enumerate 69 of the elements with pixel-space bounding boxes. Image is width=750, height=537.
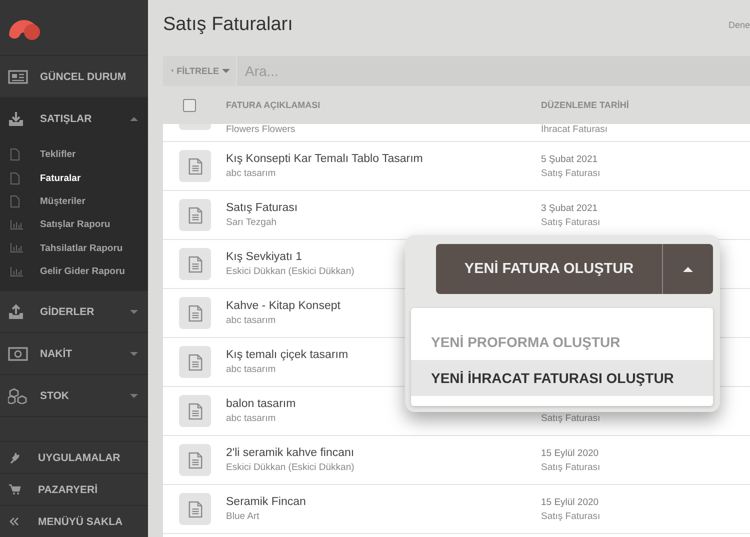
invoice-type: Satış Faturası: [541, 510, 600, 522]
banknote-icon: [8, 346, 28, 361]
invoice-description: balon tasarım: [226, 398, 296, 410]
document-icon: [179, 493, 211, 525]
customer-name: Flowers Flowers: [226, 124, 296, 135]
nav-subitem[interactable]: Teklifler: [0, 143, 148, 166]
upload-icon: [8, 304, 24, 320]
caret-icon: [130, 116, 138, 120]
user-label: Dene: [728, 20, 750, 30]
column-header: FATURA AÇIKLAMASI: [226, 100, 322, 110]
document-icon: [179, 395, 211, 427]
download-icon: [8, 110, 24, 126]
invoice-type: İhracat Faturası: [541, 124, 608, 135]
invoice-date: 3 Şubat 2021: [541, 202, 598, 214]
invoice-description: Kış temalı çiçek tasarım: [226, 349, 348, 361]
nav-subitem[interactable]: Müşteriler: [0, 190, 148, 214]
invoice-description: 2'li seramik kahve fincanı: [226, 447, 354, 459]
bar-chart-icon: [10, 220, 23, 230]
bar-chart-icon: [10, 243, 23, 254]
invoice-description: Kış Sevkiyatı 1: [226, 251, 302, 263]
customer-name: Sarı Tezgah: [226, 217, 277, 228]
select-all-checkbox[interactable]: [183, 98, 196, 112]
bar-chart-icon: [10, 266, 23, 277]
page-icon: [10, 148, 20, 162]
document-icon: [179, 346, 211, 378]
page-icon: [10, 194, 20, 208]
document-icon: [179, 150, 211, 182]
document-icon: [179, 199, 211, 231]
nav-subitem[interactable]: Faturalar: [0, 166, 148, 190]
nav-subitem[interactable]: Satışlar Raporu: [0, 213, 148, 237]
cubes-icon: [8, 388, 28, 404]
customer-name: Eskici Dükkan (Eskici Dükkan): [226, 462, 354, 473]
caret-icon: [222, 69, 230, 73]
nav-subitem[interactable]: Gelir Gider Raporu: [0, 260, 148, 284]
customer-name: abc tasarım: [226, 315, 276, 326]
invoice-description: Kahve - Kitap Konsept: [226, 300, 340, 312]
customer-name: Eskici Dükkan (Eskici Dükkan): [226, 266, 354, 277]
menu-item[interactable]: YENİ İHRACAT FATURASI OLUŞTUR: [411, 360, 713, 396]
caret-icon: [130, 310, 138, 314]
invoice-date: 15 Eylül 2020: [541, 448, 599, 458]
page-title: Satış Faturaları: [163, 14, 293, 36]
invoice-type: Satış Faturası: [541, 462, 600, 472]
document-icon: [179, 248, 211, 280]
invoice-description: Seramik Fincan: [226, 496, 306, 508]
caret-icon: [130, 352, 138, 356]
plug-icon: [9, 452, 21, 464]
double-chevron-icon: [9, 517, 19, 526]
invoice-type: Satış Faturası: [541, 216, 600, 228]
invoice-type: Satış Faturası: [541, 168, 600, 178]
page-icon: [10, 172, 20, 185]
customer-name: Blue Art: [226, 511, 260, 522]
nav-subitem[interactable]: Tahsilatlar Raporu: [0, 236, 148, 260]
newspaper-icon: [8, 70, 28, 84]
new-invoice-button[interactable]: YENİ FATURA OLUŞTUR: [436, 244, 663, 294]
invoice-date: 15 Eylül 2020: [541, 496, 599, 508]
customer-name: abc tasarım: [226, 364, 276, 375]
dropdown-toggle-button[interactable]: [663, 244, 713, 294]
customer-name: abc tasarım: [226, 413, 276, 424]
invoice-date: 5 Şubat 2021: [541, 154, 598, 164]
column-header: DÜZENLEME TARİHİ: [541, 100, 630, 110]
document-icon: [179, 444, 211, 476]
document-icon: [179, 124, 211, 130]
cart-icon: [9, 484, 21, 495]
invoice-type: Satış Faturası: [541, 412, 600, 424]
caret-icon: [130, 394, 138, 398]
document-icon: [179, 297, 211, 329]
invoice-description: Kış Konsepti Kar Temalı Tablo Tasarım: [226, 153, 423, 165]
customer-name: abc tasarım: [226, 168, 276, 179]
invoice-description: Satış Faturası: [226, 202, 298, 214]
